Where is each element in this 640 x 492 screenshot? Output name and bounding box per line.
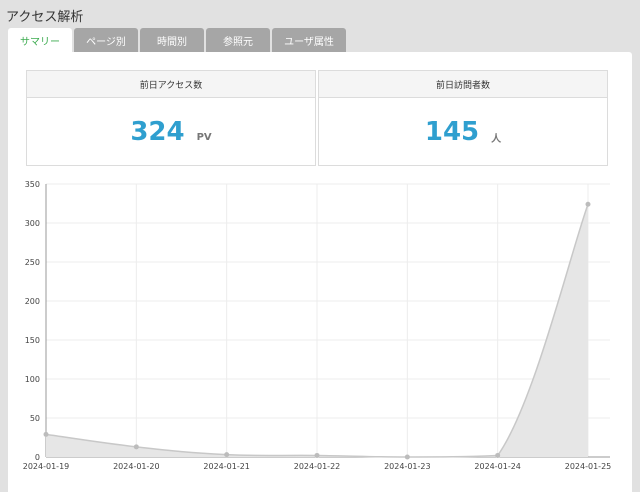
x-tick-label: 2024-01-19	[23, 462, 70, 471]
data-point	[314, 452, 320, 458]
x-tick-label: 2024-01-22	[294, 462, 341, 471]
y-tick-label: 150	[25, 336, 40, 345]
y-tick-label: 100	[25, 375, 40, 384]
data-point	[133, 444, 139, 450]
x-tick-label: 2024-01-21	[203, 462, 250, 471]
access-chart: 0 50 100 150 200 250 300 350 2024-01-19 2024-01-2…	[23, 180, 612, 471]
data-point	[404, 454, 410, 460]
y-tick-label: 250	[25, 258, 40, 267]
data-point	[585, 201, 591, 207]
x-tick-label: 2024-01-25	[565, 462, 612, 471]
y-tick-label: 200	[25, 297, 40, 306]
y-tick-label: 350	[25, 180, 40, 189]
y-tick-label: 300	[25, 219, 40, 228]
x-tick-label: 2024-01-24	[474, 462, 521, 471]
data-point	[224, 452, 230, 458]
data-point	[495, 452, 501, 458]
x-tick-label: 2024-01-20	[113, 462, 160, 471]
y-tick-label: 50	[30, 414, 40, 423]
data-point	[43, 431, 49, 437]
x-tick-label: 2024-01-23	[384, 462, 431, 471]
y-tick-label: 0	[35, 453, 40, 462]
